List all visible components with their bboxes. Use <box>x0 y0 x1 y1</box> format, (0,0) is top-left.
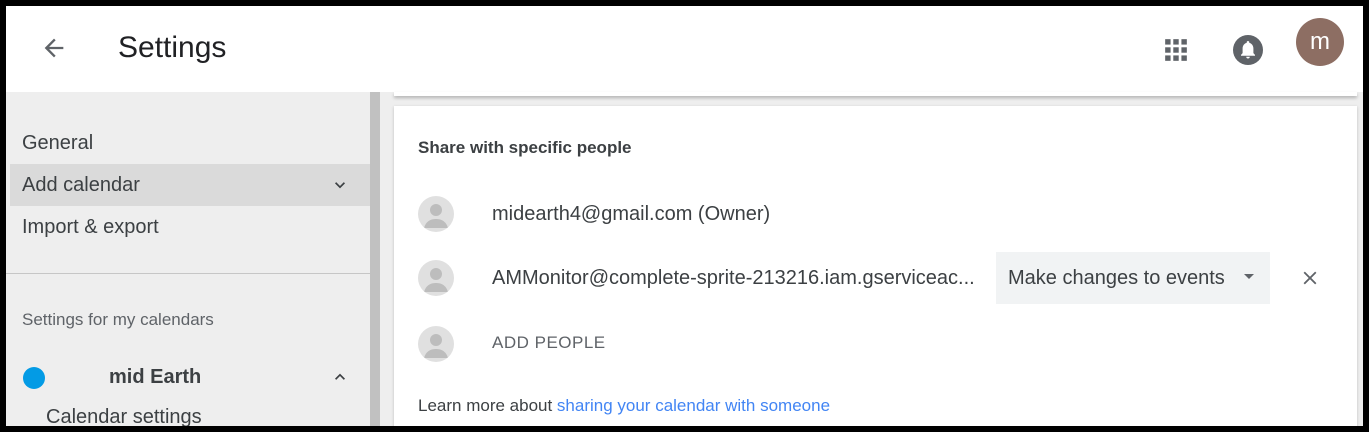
learn-more-link[interactable]: sharing your calendar with someone <box>557 396 830 415</box>
sidebar-item-label: Add calendar <box>22 173 140 196</box>
learn-more-prefix: Learn more about <box>418 396 557 415</box>
sidebar-calendar-mid-earth[interactable]: mid Earth <box>10 356 370 398</box>
header: Settings m <box>6 6 1363 92</box>
person-avatar-icon <box>418 260 454 296</box>
sidebar-item-add-calendar[interactable]: Add calendar <box>10 164 370 206</box>
divider <box>6 273 370 274</box>
remove-person-button[interactable] <box>1292 260 1328 296</box>
previous-card-edge <box>394 92 1357 96</box>
close-icon <box>1303 271 1317 285</box>
avatar[interactable]: m <box>1296 18 1344 66</box>
person-row: midearth4@gmail.com (Owner) <box>418 194 1348 234</box>
person-avatar-icon <box>418 326 454 362</box>
section-heading: Settings for my calendars <box>22 310 214 329</box>
share-card: Share with specific people midearth4@gma… <box>394 106 1357 426</box>
sidebar-scrollbar[interactable] <box>370 92 380 426</box>
back-button[interactable] <box>34 28 74 68</box>
apps-grid-icon <box>1165 39 1187 61</box>
page-title: Settings <box>118 31 227 64</box>
sidebar-item-general[interactable]: General <box>10 122 370 164</box>
add-people-row: ADD PEOPLE <box>418 324 1348 364</box>
chevron-up-icon <box>335 373 345 380</box>
person-row: AMMonitor@complete-sprite-213216.iam.gse… <box>418 252 1348 304</box>
sidebar-item-calendar-settings[interactable]: Calendar settings <box>46 406 202 426</box>
apps-button[interactable] <box>1156 30 1196 70</box>
sidebar-item-label: Import & export <box>22 215 159 238</box>
permission-value: Make changes to events <box>1008 266 1225 289</box>
chevron-down-icon <box>335 182 345 189</box>
app-window: Settings m General Add calendar Import &… <box>6 6 1363 426</box>
main-content: Share with specific people midearth4@gma… <box>380 92 1363 426</box>
sidebar-item-import-export[interactable]: Import & export <box>10 206 370 248</box>
person-avatar-icon <box>418 196 454 232</box>
person-email: AMMonitor@complete-sprite-213216.iam.gse… <box>492 267 975 289</box>
arrow-back-icon <box>44 38 64 58</box>
caret-down-icon <box>1244 274 1254 279</box>
card-title: Share with specific people <box>418 138 632 157</box>
learn-more-text: Learn more about sharing your calendar w… <box>418 396 830 416</box>
person-email: midearth4@gmail.com (Owner) <box>492 203 771 225</box>
permission-select[interactable]: Make changes to events <box>996 252 1270 304</box>
add-people-button[interactable]: ADD PEOPLE <box>492 333 606 353</box>
sidebar-item-label: General <box>22 131 94 154</box>
calendar-color-dot <box>23 367 45 389</box>
sidebar: General Add calendar Import & export Set… <box>6 92 370 426</box>
notifications-button[interactable] <box>1228 30 1268 70</box>
bell-icon <box>1233 35 1263 65</box>
calendar-name: mid Earth <box>109 366 202 388</box>
